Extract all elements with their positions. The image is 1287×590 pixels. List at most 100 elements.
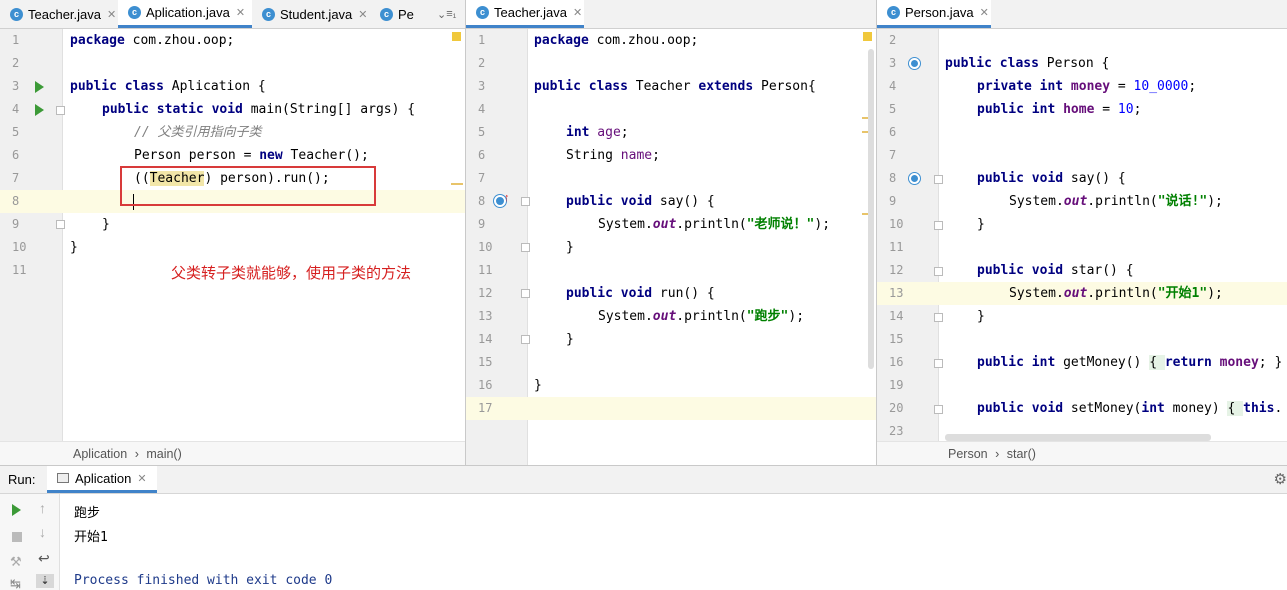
- code-line-13-current: System.out.println("开始1");: [939, 282, 1287, 305]
- line-number: 19: [889, 378, 904, 392]
- code-line-17-current: [528, 397, 876, 420]
- line-number: 4: [478, 102, 486, 116]
- line-number: 4: [12, 102, 20, 116]
- run-tool-window: Run: Aplication ✕ ⚙ ⚒ ↹ ↑ ↓ ↩ ⇣ 跑步 开始1 P…: [0, 465, 1287, 590]
- line-number: 6: [12, 148, 20, 162]
- inspection-status-icon[interactable]: [863, 32, 872, 41]
- line-number: 2: [478, 56, 486, 70]
- line-number: 2: [889, 33, 897, 47]
- tab-aplication-java[interactable]: c Aplication.java ✕: [118, 0, 252, 28]
- tab-teacher-java[interactable]: c Teacher.java ✕: [466, 0, 584, 28]
- line-number: 7: [478, 171, 486, 185]
- line-number: 14: [478, 332, 493, 346]
- console-output[interactable]: 跑步 开始1 Process finished with exit code 0: [61, 494, 1287, 590]
- highlight-box: [120, 166, 376, 206]
- scroll-down-icon[interactable]: ↓: [39, 524, 46, 540]
- right-code-area[interactable]: public class Person { private int money …: [939, 29, 1287, 441]
- line-number: 5: [478, 125, 486, 139]
- exit-icon[interactable]: ↹: [10, 576, 21, 590]
- restore-layout-icon[interactable]: ⚒: [10, 554, 22, 570]
- run-class-icon[interactable]: [35, 81, 44, 93]
- left-editor-pane: c Teacher.java ✕ c Aplication.java ✕ c Studen…: [0, 0, 465, 465]
- code-line-12: public void star() {: [977, 263, 1134, 278]
- code-line-8: public void say() {: [566, 194, 715, 209]
- code-line-13: System.out.println("跑步");: [598, 309, 805, 324]
- line-number: 8: [889, 171, 897, 185]
- run-main-icon[interactable]: [35, 104, 44, 116]
- close-icon[interactable]: ✕: [980, 6, 989, 19]
- chevron-right-icon: ›: [995, 447, 1000, 461]
- breadcrumb-item[interactable]: star(): [1007, 447, 1036, 461]
- line-number: 17: [466, 397, 528, 420]
- line-number: 10: [478, 240, 493, 254]
- code-line-10: }: [566, 240, 574, 255]
- scroll-to-end-icon[interactable]: ⇣: [36, 574, 54, 588]
- close-icon[interactable]: ✕: [236, 6, 245, 19]
- class-icon: c: [128, 6, 141, 19]
- class-icon: c: [262, 7, 275, 21]
- line-number: 1: [12, 33, 20, 47]
- line-number: 6: [889, 125, 897, 139]
- left-code-area[interactable]: package com.zhou.oop; public class Aplic…: [63, 29, 465, 441]
- line-number: 4: [889, 79, 897, 93]
- chevron-down-icon: ⌄: [437, 8, 447, 21]
- line-number: 11: [889, 240, 904, 254]
- stop-icon[interactable]: [12, 532, 22, 542]
- run-tab[interactable]: Aplication ✕: [47, 466, 157, 493]
- line-number: 15: [478, 355, 493, 369]
- code-line-10: }: [977, 217, 985, 232]
- line-number: 2: [12, 56, 20, 70]
- subclass-implemented-icon[interactable]: [909, 173, 920, 184]
- line-number: 9: [12, 217, 20, 231]
- breadcrumb: Aplication › main(): [0, 441, 465, 465]
- rerun-icon[interactable]: [12, 504, 21, 516]
- tab-person-truncated[interactable]: c Pe: [370, 0, 430, 28]
- soft-wrap-icon[interactable]: ↩: [38, 550, 50, 567]
- settings-gear-icon[interactable]: ⚙: [1274, 470, 1287, 488]
- right-tab-bar: c Person.java ✕: [877, 0, 1287, 29]
- close-icon[interactable]: ✕: [107, 8, 116, 21]
- line-number: 5: [12, 125, 20, 139]
- tab-teacher-java[interactable]: c Teacher.java ✕: [0, 0, 118, 28]
- line-number: 14: [889, 309, 904, 323]
- breadcrumb: Person › star(): [877, 441, 1287, 465]
- code-line-9: }: [102, 217, 110, 232]
- class-icon: c: [380, 7, 393, 21]
- line-number: 9: [889, 194, 897, 208]
- vertical-scrollbar[interactable]: [868, 49, 874, 369]
- chevron-right-icon: ›: [134, 447, 139, 461]
- breadcrumb-item[interactable]: Aplication: [73, 447, 127, 461]
- line-number: 15: [889, 332, 904, 346]
- close-icon[interactable]: ✕: [137, 472, 146, 485]
- line-number: 1: [478, 33, 486, 47]
- inspection-status-icon[interactable]: [452, 32, 461, 41]
- scroll-up-icon[interactable]: ↑: [39, 500, 46, 516]
- close-icon[interactable]: ✕: [358, 8, 367, 21]
- run-label: Run:: [8, 472, 36, 487]
- close-icon[interactable]: ✕: [573, 6, 582, 19]
- breadcrumb-item[interactable]: Person: [948, 447, 988, 461]
- tab-person-java[interactable]: c Person.java ✕: [877, 0, 991, 28]
- code-line-3: public class Aplication {: [70, 79, 266, 94]
- line-number: 12: [478, 286, 493, 300]
- breadcrumb-item[interactable]: main(): [146, 447, 181, 461]
- middle-tab-bar: c Teacher.java ✕: [466, 0, 876, 29]
- middle-code-area[interactable]: package com.zhou.oop; public class Teach…: [528, 29, 876, 465]
- line-number: 13: [877, 282, 939, 305]
- run-toolbar: ⚒ ↹ ↑ ↓ ↩ ⇣: [0, 494, 60, 590]
- code-line-1: package com.zhou.oop;: [70, 33, 235, 48]
- tab-overflow-menu[interactable]: ⌄ ≡₁: [427, 0, 465, 28]
- tab-student-java[interactable]: c Student.java ✕: [252, 0, 370, 28]
- code-line-4: public static void main(String[] args) {: [102, 102, 416, 117]
- code-line-8: public void say() {: [977, 171, 1126, 186]
- horizontal-scrollbar[interactable]: [945, 434, 1211, 441]
- output-line: 跑步: [74, 506, 101, 521]
- line-number: 23: [889, 424, 904, 438]
- line-number: 13: [478, 309, 493, 323]
- middle-gutter: 1 2 3 4 5 6 7 8 9 10 11 12 13 14 15 16 1…: [466, 29, 530, 465]
- line-number: 7: [12, 171, 20, 185]
- line-number: 11: [12, 263, 27, 277]
- code-line-20: public void setMoney(int money) { this.: [977, 401, 1283, 416]
- middle-editor-pane: c Teacher.java ✕ 1 2 3 4 5 6 7 8 9 10 11 1…: [466, 0, 876, 465]
- subclass-implemented-icon[interactable]: [909, 58, 920, 69]
